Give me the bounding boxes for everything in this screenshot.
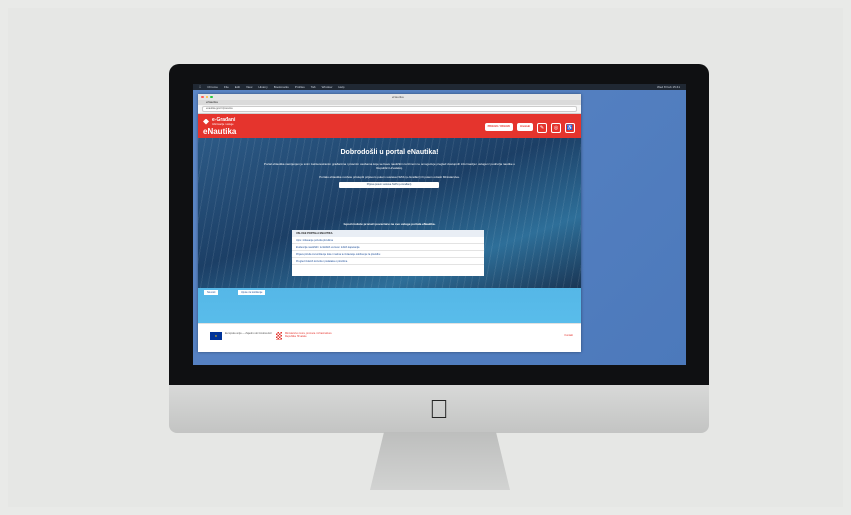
croatia-coat-of-arms-icon <box>276 332 282 340</box>
site-name: eNautika <box>203 127 237 136</box>
language-button[interactable]: Hrvatski <box>517 123 533 131</box>
minimize-window-icon[interactable] <box>205 95 208 99</box>
accessibility-icon[interactable]: ♿ <box>565 123 575 133</box>
globe-icon[interactable]: ◎ <box>551 123 561 133</box>
nias-login-button[interactable]: Prijava putem sustava NIAS (e-Građani) <box>339 182 439 188</box>
imac-stand <box>370 432 510 490</box>
services-heading: USLUGE PORTALA ENAUTIKA <box>292 230 484 237</box>
browser-toolbar: enautika.gov.hr/pocetna <box>198 105 581 114</box>
menubar-item[interactable]: Edit <box>235 84 240 90</box>
egradjani-logo-icon <box>203 118 209 125</box>
eu-flag-icon: ★ <box>210 332 222 340</box>
browser-window: eNautika eNautika enautika.gov.hr/pocetn… <box>198 94 581 352</box>
zoom-window-icon[interactable] <box>210 95 213 99</box>
site-header: e-Građani Informacije i usluge eNautika … <box>198 114 581 138</box>
imac-chin:  <box>169 385 709 433</box>
menubar-clock: Wed 8 Feb 15:41 <box>657 85 680 89</box>
instructions-chip[interactable]: Upute za korištenje <box>238 290 266 295</box>
address-bar[interactable]: enautika.gov.hr/pocetna <box>202 106 577 112</box>
services-box: USLUGE PORTALA ENAUTIKA Upis i izdavanje… <box>292 230 484 276</box>
edit-icon[interactable]: ✎ <box>537 123 547 133</box>
service-link[interactable]: Prijava plovila za korištenje luka i mar… <box>292 251 484 258</box>
service-link[interactable]: Upis i izdavanje potvrda plovilima <box>292 237 484 244</box>
hero-services-note: Ispod možete pronaći poveznice na sve us… <box>343 222 436 226</box>
eu-funding-text: Europska unija — Zajedno do fondova EU <box>225 332 272 335</box>
menubar-item[interactable]: Profiles <box>295 84 305 90</box>
close-window-icon[interactable] <box>201 95 204 99</box>
site-footer: ★ Europska unija — Zajedno do fondova EU… <box>198 323 581 352</box>
imac-screen:  Chrome File Edit View History Bookmark… <box>193 84 686 365</box>
hero-description: Portal eNautika namijenjen je svim zaint… <box>263 162 516 170</box>
news-chip[interactable]: Novosti <box>204 290 219 295</box>
menubar-item[interactable]: Chrome <box>207 84 218 90</box>
apple-menu-icon[interactable]:  <box>199 84 201 90</box>
menubar-item[interactable]: History <box>258 84 267 90</box>
service-link[interactable]: Pregled izdanih dozvola i podataka o plo… <box>292 258 484 265</box>
ministry-text: Ministarstvo mora, prometa i infrastrukt… <box>285 332 332 338</box>
menubar-item[interactable]: Window <box>322 84 333 90</box>
login-button[interactable]: PRIJAVA / ODJAVA <box>484 123 514 131</box>
window-title: eNautika <box>391 95 404 99</box>
contact-link[interactable]: Kontakt <box>565 334 573 337</box>
menubar-item[interactable]: Bookmarks <box>274 84 289 90</box>
brand-subtitle: Informacije i usluge <box>212 123 234 126</box>
menubar-item[interactable]: View <box>246 84 252 90</box>
menubar-item[interactable]: File <box>224 84 229 90</box>
hero-banner: Dobrodošli u portal eNautika! Portal eNa… <box>198 138 581 288</box>
egradjani-logo[interactable]: e-Građani Informacije i usluge <box>203 117 235 126</box>
hero-login-info: Portalu eNautika možete pristupiti prija… <box>319 175 460 179</box>
menubar-item[interactable]: Help <box>338 84 344 90</box>
hero-title: Dobrodošli u portal eNautika! <box>340 149 439 156</box>
header-actions: PRIJAVA / ODJAVA Hrvatski ✎ ◎ ♿ <box>484 123 575 133</box>
menubar-item[interactable]: Tab <box>311 84 316 90</box>
macos-menubar:  Chrome File Edit View History Bookmark… <box>193 84 686 90</box>
apple-logo-icon:  <box>429 396 449 422</box>
service-link[interactable]: Evidencija nautičkih i turističkih vezov… <box>292 244 484 251</box>
